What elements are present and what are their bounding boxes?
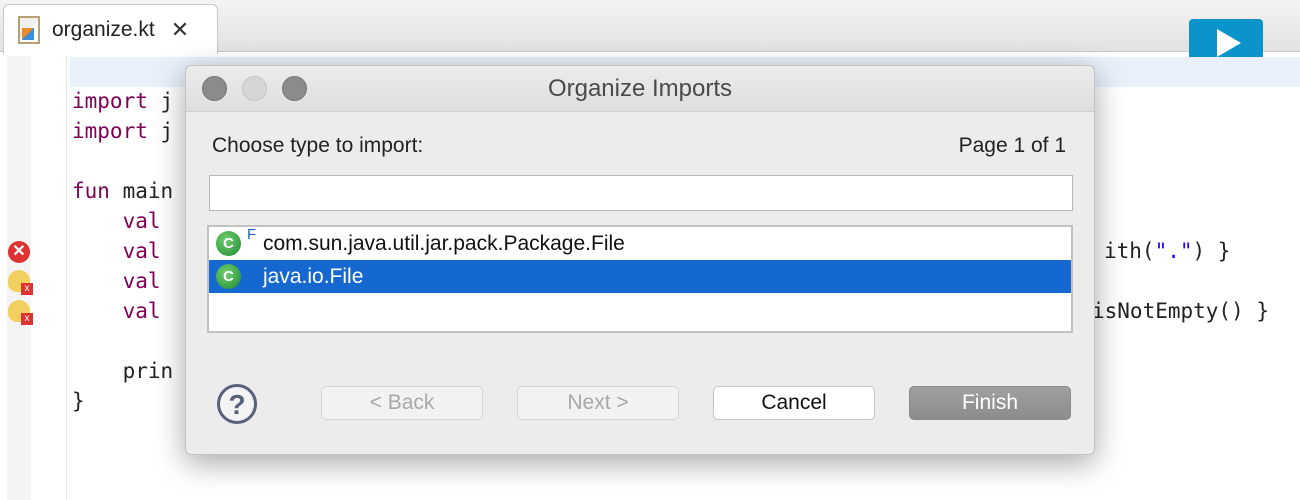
final-badge: F — [247, 226, 257, 243]
tab-label: organize.kt — [52, 17, 155, 41]
type-list[interactable]: C F com.sun.java.util.jar.pack.Package.F… — [207, 225, 1073, 333]
code-line[interactable]: import j — [72, 116, 173, 146]
list-item-label: java.io.File — [263, 264, 364, 288]
cancel-button[interactable]: Cancel — [713, 386, 875, 420]
line-number-ruler — [66, 56, 67, 500]
code-fragment[interactable]: ith(".") } — [1104, 236, 1230, 266]
class-icon: C — [216, 264, 241, 289]
error-icon[interactable]: ✕ — [8, 241, 30, 263]
code-line[interactable]: val — [72, 296, 173, 326]
quickfix-error-icon[interactable] — [8, 270, 33, 295]
code-line[interactable]: val — [72, 206, 173, 236]
choose-type-label: Choose type to import: — [212, 134, 424, 157]
help-icon[interactable]: ? — [217, 384, 257, 424]
next-button[interactable]: Next > — [517, 386, 679, 420]
code-line[interactable]: prin — [72, 356, 174, 386]
class-icon: C — [216, 231, 241, 256]
dialog-title: Organize Imports — [547, 75, 733, 102]
finish-button[interactable]: Finish — [909, 386, 1071, 420]
code-line[interactable]: fun main — [72, 176, 173, 206]
dialog-titlebar: Organize Imports — [186, 66, 1094, 112]
close-tab-icon[interactable]: ✕ — [171, 17, 189, 43]
organize-imports-dialog: Organize Imports Choose type to import: … — [185, 65, 1095, 455]
kotlin-file-icon — [18, 15, 40, 44]
tab-organize-kt[interactable]: organize.kt ✕ — [3, 4, 218, 54]
list-item-selected[interactable]: C java.io.File — [209, 260, 1071, 293]
back-button[interactable]: < Back — [321, 386, 483, 420]
code-line[interactable]: val — [72, 266, 173, 296]
code-line[interactable]: val — [72, 236, 173, 266]
type-filter-input[interactable] — [209, 175, 1073, 211]
list-item[interactable]: C F com.sun.java.util.jar.pack.Package.F… — [209, 226, 1071, 260]
list-item-label: com.sun.java.util.jar.pack.Package.File — [263, 231, 625, 255]
code-fragment[interactable]: isNotEmpty() } — [1092, 296, 1269, 326]
quickfix-error-icon[interactable] — [8, 300, 33, 325]
code-line[interactable]: } — [72, 386, 85, 416]
code-line[interactable]: import j — [72, 86, 173, 116]
editor-tab-bar: organize.kt ✕ — [0, 0, 1300, 67]
page-indicator: Page 1 of 1 — [958, 134, 1066, 157]
